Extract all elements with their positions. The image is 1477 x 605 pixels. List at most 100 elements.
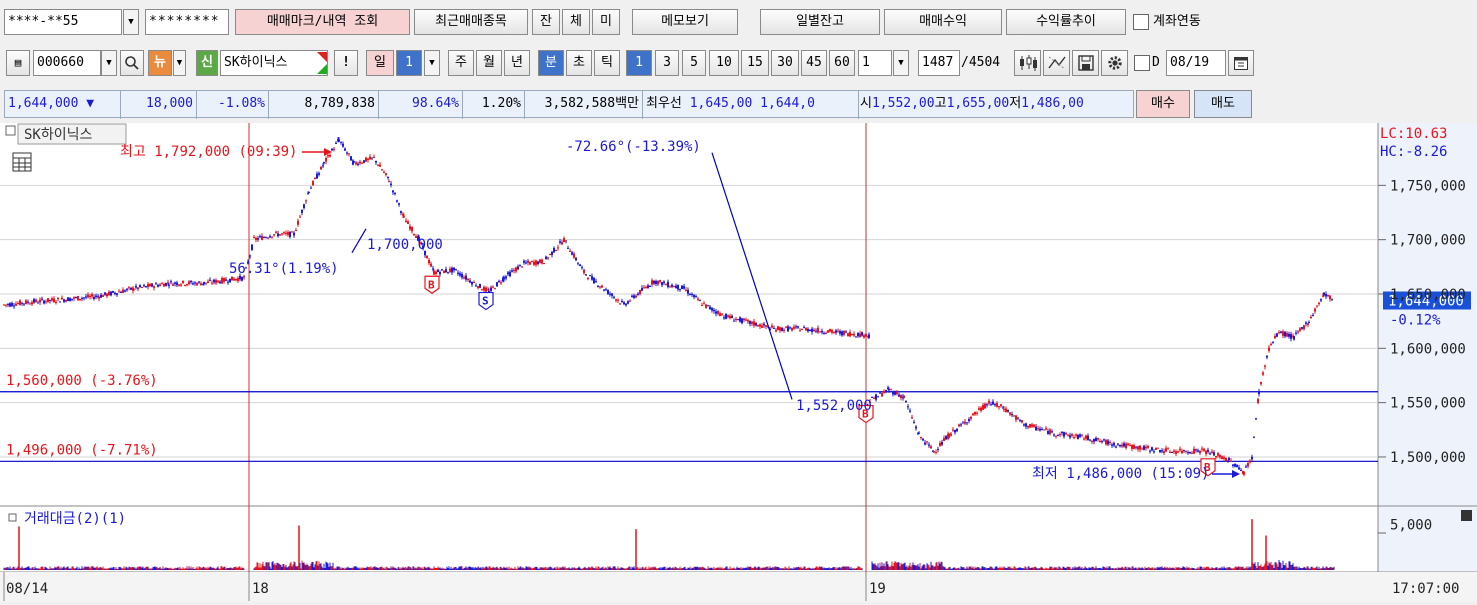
price-candle-body	[469, 280, 471, 283]
price-candle-body	[753, 321, 755, 326]
news-dropdown-arrow[interactable]: ▼	[173, 50, 186, 76]
price-candle-body	[323, 161, 325, 163]
price-candle-body	[920, 436, 922, 438]
price-candle-body	[679, 288, 681, 290]
price-candle-body	[735, 318, 737, 320]
price-candle-body	[73, 297, 75, 299]
period-day-count[interactable]: 1	[396, 50, 422, 76]
account-dropdown-arrow[interactable]: ▼	[123, 9, 139, 35]
minute-option-15[interactable]: 15	[741, 50, 769, 76]
price-candle-body	[563, 238, 565, 242]
candle-style-icon[interactable]	[1014, 50, 1041, 76]
volume-panel-checkbox[interactable]	[8, 513, 17, 522]
layout-icon[interactable]: ▤	[6, 50, 30, 76]
chart-background	[0, 123, 1477, 601]
price-candle-body	[441, 269, 443, 271]
trade-profit-button[interactable]: 매매수익	[884, 9, 1002, 35]
current-price: 1,644,000 ▼	[5, 91, 121, 119]
news-button[interactable]: 뉴	[148, 50, 172, 76]
unit-dropdown-arrow[interactable]: ▼	[893, 50, 909, 76]
return-trend-button[interactable]: 수익률추이	[1006, 9, 1126, 35]
price-candle-body	[659, 280, 661, 282]
price-candle-body	[1021, 420, 1023, 423]
calendar-icon[interactable]	[1228, 50, 1254, 76]
period-second-button[interactable]: 초	[566, 50, 592, 76]
password-field[interactable]: ********	[145, 9, 229, 35]
period-week-button[interactable]: 주	[448, 50, 474, 76]
period-count-dropdown-arrow[interactable]: ▼	[424, 50, 440, 76]
quote-strip: 1,644,000 ▼ 18,000 -1.08% 8,789,838 98.6…	[4, 90, 1134, 119]
price-candle-body	[689, 294, 691, 296]
alert-button[interactable]: !	[334, 50, 358, 76]
price-candle-body	[1003, 408, 1005, 410]
buy-button[interactable]: 매수	[1136, 90, 1190, 118]
price-candle-body	[41, 298, 43, 300]
price-candle-body	[1203, 448, 1205, 451]
minute-option-5[interactable]: 5	[682, 50, 706, 76]
minute-option-10[interactable]: 10	[709, 50, 739, 76]
price-candle-body	[825, 332, 827, 334]
date-checkbox[interactable]	[1134, 55, 1150, 71]
minute-option-1[interactable]: 1	[626, 50, 652, 76]
period-month-button[interactable]: 월	[476, 50, 502, 76]
minute-option-3[interactable]: 3	[655, 50, 679, 76]
display-count-field[interactable]: 1487	[918, 50, 960, 76]
sell-button[interactable]: 매도	[1194, 90, 1252, 118]
price-candle-body	[757, 325, 759, 327]
price-candle-body	[1307, 323, 1309, 325]
trade-mark-history-button[interactable]: 매매마크/내역 조회	[235, 9, 410, 35]
account-number-field[interactable]: ****-**55	[4, 9, 122, 35]
price-candle-body	[443, 270, 445, 274]
stock-code-dropdown-arrow[interactable]: ▼	[101, 50, 117, 76]
chart-title-checkbox[interactable]	[5, 125, 16, 136]
price-candle-body	[1290, 334, 1292, 339]
price-candle-body	[1083, 438, 1085, 440]
price-chart[interactable]: BSBB SK하이닉스 LC:10.63 HC:-8.26 최고 1,792,0…	[0, 123, 1477, 601]
table-view-icon[interactable]	[12, 152, 32, 172]
price-candle-body	[1117, 443, 1119, 445]
price-candle-body	[1013, 415, 1015, 417]
minute-option-30[interactable]: 30	[771, 50, 799, 76]
price-candle-body	[1276, 333, 1278, 337]
price-candle-body	[1320, 299, 1322, 301]
price-candle-body	[447, 271, 449, 273]
stock-code-field[interactable]: 000660	[33, 50, 101, 76]
trendline-tool-icon[interactable]	[1043, 50, 1070, 76]
minute-option-60[interactable]: 60	[829, 50, 855, 76]
credit-badge[interactable]: 신	[196, 50, 218, 76]
tab-balance[interactable]: 잔	[532, 9, 560, 35]
period-minute-button[interactable]: 분	[538, 50, 564, 76]
gear-icon[interactable]	[1101, 50, 1128, 76]
unit-field[interactable]: 1	[858, 50, 892, 76]
tab-unexecuted[interactable]: 미	[592, 9, 620, 35]
price-candle-body	[1105, 439, 1107, 445]
period-year-button[interactable]: 년	[504, 50, 530, 76]
chart-area[interactable]: BSBB SK하이닉스 LC:10.63 HC:-8.26 최고 1,792,0…	[0, 123, 1477, 601]
price-candle-body	[685, 289, 687, 291]
search-icon[interactable]	[120, 50, 144, 76]
price-candle-body	[1019, 420, 1021, 422]
price-candle-body	[344, 148, 346, 151]
price-candle-body	[845, 331, 847, 333]
memo-view-button[interactable]: 메모보기	[632, 9, 738, 35]
minute-option-45[interactable]: 45	[801, 50, 827, 76]
volume-ratio: 98.64%	[379, 91, 463, 119]
daily-balance-button[interactable]: 일별잔고	[760, 9, 880, 35]
price-candle-body	[325, 158, 327, 162]
volume-panel-close-icon[interactable]	[1461, 510, 1472, 521]
stock-name-field[interactable]: SK하이닉스	[220, 50, 328, 76]
price-candle-body	[903, 395, 905, 398]
recent-trade-items-button[interactable]: 최근매매종목	[414, 9, 528, 35]
period-day-button[interactable]: 일	[366, 50, 394, 76]
price-candle-body	[1119, 444, 1121, 447]
date-field[interactable]: 08/19	[1166, 50, 1226, 76]
price-candle-body	[545, 256, 547, 260]
price-candle-body	[229, 278, 231, 283]
account-link-checkbox[interactable]	[1133, 14, 1149, 30]
save-icon[interactable]	[1072, 50, 1099, 76]
period-tick-button[interactable]: 틱	[594, 50, 620, 76]
price-candle-body	[1067, 434, 1069, 436]
tab-executed[interactable]: 체	[562, 9, 590, 35]
price-candle-body	[555, 249, 557, 251]
price-candle-body	[733, 320, 735, 322]
